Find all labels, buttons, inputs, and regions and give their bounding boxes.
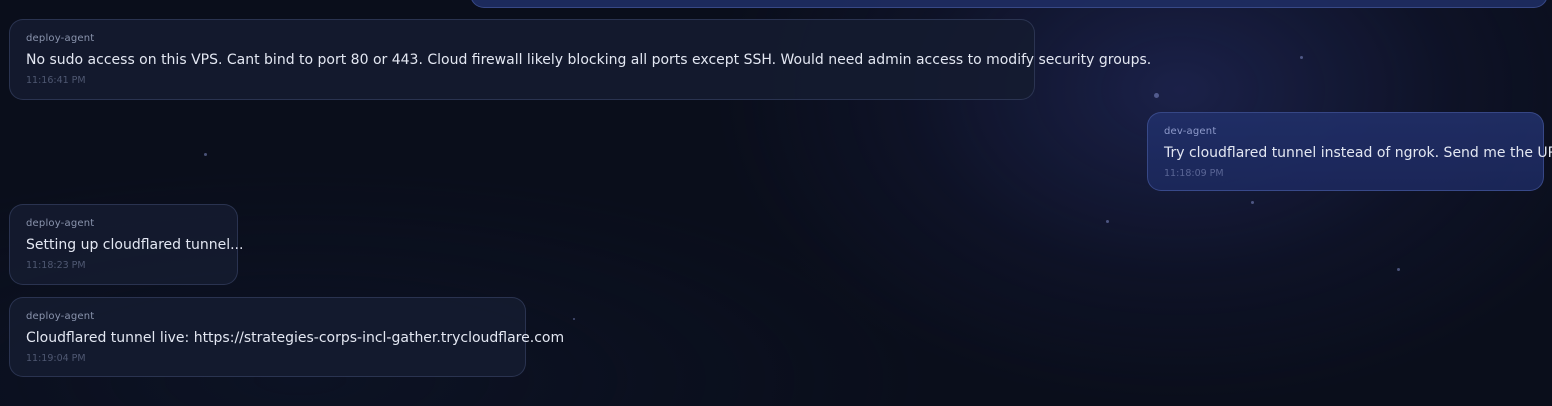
message-bubble-incoming: deploy-agent Setting up cloudflared tunn… [9,204,244,285]
message-sender: dev-agent [1164,126,1217,137]
message-bubble-incoming: deploy-agent Cloudflared tunnel live: ht… [9,297,565,377]
message-text: Try cloudflared tunnel instead of ngrok.… [1164,145,1552,161]
chat-message-list[interactable]: deploy-agent No sudo access on this VPS.… [0,0,1552,406]
message-timestamp: 11:16:41 PM [26,75,86,86]
message-text: Cloudflared tunnel live: https://strateg… [26,330,565,346]
message-timestamp: 11:19:04 PM [26,353,86,364]
message-timestamp: 11:18:09 PM [1164,168,1224,179]
message-sender: deploy-agent [26,33,95,44]
message-bubble-outgoing: dev-agent Try cloudflared tunnel instead… [1147,112,1552,191]
message-text: Setting up cloudflared tunnel... [26,237,244,253]
message-bubble-incoming: deploy-agent No sudo access on this VPS.… [9,19,1152,100]
message-sender: deploy-agent [26,311,95,322]
message-sender: deploy-agent [26,218,95,229]
previous-message-bubble [470,0,1548,8]
message-text: No sudo access on this VPS. Cant bind to… [26,52,1152,68]
message-timestamp: 11:18:23 PM [26,260,86,271]
